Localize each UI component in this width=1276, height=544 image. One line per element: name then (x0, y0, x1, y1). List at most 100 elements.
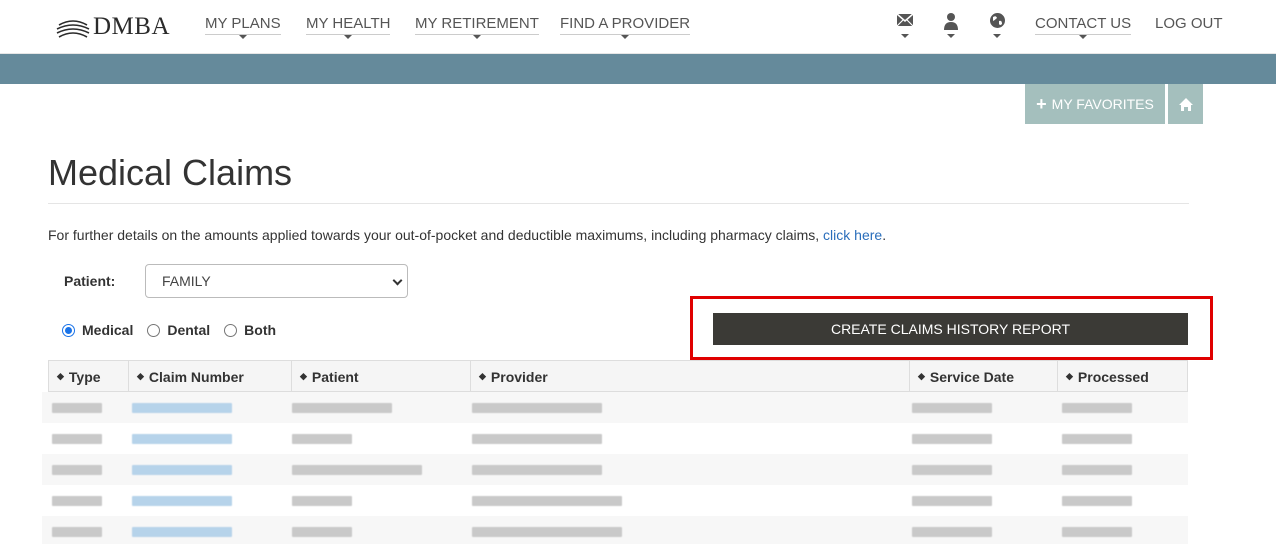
nav-find-provider[interactable]: FIND A PROVIDER (560, 15, 691, 39)
redacted-claim-link[interactable] (132, 403, 232, 413)
redacted-cell (472, 403, 602, 413)
top-navigation: DMBA MY PLANS MY HEALTH MY RETIREMENT FI… (0, 0, 1276, 54)
column-header-provider-label: Provider (490, 368, 548, 385)
patient-label: Patient: (64, 273, 116, 289)
redacted-cell (912, 465, 992, 475)
nav-log-out[interactable]: LOG OUT (1155, 15, 1223, 32)
chevron-down-icon (392, 275, 403, 286)
table-row (42, 423, 1188, 454)
account-menu[interactable] (941, 12, 961, 40)
nav-my-retirement-label: MY RETIREMENT (415, 15, 539, 35)
redacted-cell (292, 527, 352, 537)
column-header-patient-label: Patient (311, 368, 359, 385)
language-menu[interactable] (987, 12, 1007, 40)
sort-icon: ◆ (57, 371, 64, 381)
click-here-link[interactable]: click here (823, 227, 882, 243)
nav-my-plans[interactable]: MY PLANS (205, 15, 281, 39)
caret-down-icon (901, 34, 909, 38)
redacted-cell (472, 527, 622, 537)
create-claims-history-report-button[interactable]: CREATE CLAIMS HISTORY REPORT (713, 313, 1188, 345)
column-header-processed-label: Processed (1077, 368, 1149, 385)
redacted-cell (52, 465, 102, 475)
sort-icon: ◆ (137, 371, 144, 381)
redacted-cell (912, 403, 992, 413)
caret-down-icon (621, 35, 630, 39)
table-row (42, 454, 1188, 485)
radio-both[interactable] (224, 323, 238, 337)
my-favorites-label: MY FAVORITES (1051, 96, 1154, 112)
redacted-claim-link[interactable] (132, 527, 232, 537)
info-text-end: . (882, 227, 887, 243)
redacted-cell (912, 496, 992, 506)
radio-option-both[interactable]: Both (224, 322, 276, 338)
info-text: For further details on the amounts appli… (48, 227, 886, 243)
redacted-cell (912, 434, 992, 444)
logo-mark-icon (56, 20, 90, 38)
radio-both-label: Both (244, 322, 277, 338)
radio-dental-label: Dental (167, 322, 211, 338)
patient-select-value: FAMILY (162, 273, 211, 289)
radio-dental[interactable] (147, 323, 161, 337)
radio-option-medical[interactable]: Medical (62, 322, 133, 338)
radio-medical[interactable] (62, 323, 75, 337)
home-button[interactable] (1168, 84, 1203, 124)
page-title: Medical Claims (48, 152, 293, 193)
redacted-cell (292, 434, 352, 444)
user-icon (944, 13, 958, 30)
column-header-claim-number-label: Claim Number (148, 368, 244, 385)
redacted-cell (1062, 465, 1132, 475)
nav-my-plans-label: MY PLANS (205, 15, 281, 35)
patient-select[interactable]: FAMILY (145, 264, 408, 298)
redacted-cell (52, 434, 102, 444)
redacted-claim-link[interactable] (132, 496, 232, 506)
redacted-cell (292, 403, 392, 413)
redacted-cell (292, 496, 352, 506)
nav-my-health-label: MY HEALTH (306, 15, 391, 35)
title-divider (48, 203, 1189, 204)
redacted-cell (1062, 527, 1132, 537)
dmba-logo[interactable]: DMBA (55, 13, 170, 41)
caret-down-icon (993, 34, 1001, 38)
radio-medical-label: Medical (82, 322, 134, 338)
redacted-cell (52, 496, 102, 506)
caret-down-icon (472, 35, 481, 39)
my-favorites-button[interactable]: + MY FAVORITES (1025, 84, 1165, 124)
nav-find-provider-label: FIND A PROVIDER (560, 15, 691, 35)
logo-text: DMBA (93, 13, 171, 40)
nav-contact-us[interactable]: CONTACT US (1035, 15, 1132, 39)
caret-down-icon (238, 35, 247, 39)
caret-down-icon (344, 35, 353, 39)
redacted-claim-link[interactable] (132, 434, 232, 444)
globe-icon (989, 13, 1005, 28)
redacted-cell (472, 465, 602, 475)
plus-icon: + (1036, 94, 1047, 114)
column-header-processed[interactable]: ◆ Processed (1058, 361, 1188, 392)
column-header-service-date[interactable]: ◆ Service Date (910, 361, 1058, 392)
header-banner (0, 54, 1276, 84)
redacted-cell (472, 434, 602, 444)
redacted-claim-link[interactable] (132, 465, 232, 475)
sort-icon: ◆ (479, 371, 486, 381)
nav-my-health[interactable]: MY HEALTH (306, 15, 391, 39)
radio-option-dental[interactable]: Dental (147, 322, 210, 338)
column-header-service-date-label: Service Date (929, 368, 1014, 385)
nav-contact-us-label: CONTACT US (1035, 15, 1132, 35)
redacted-cell (52, 527, 102, 537)
column-header-claim-number[interactable]: ◆ Claim Number (129, 361, 292, 392)
claim-type-radio-group: Medical Dental Both (62, 322, 290, 338)
redacted-cell (52, 403, 102, 413)
redacted-cell (912, 527, 992, 537)
column-header-type-label: Type (68, 368, 101, 385)
mail-menu[interactable] (895, 12, 915, 40)
sort-icon: ◆ (1066, 371, 1073, 381)
column-header-patient[interactable]: ◆ Patient (292, 361, 471, 392)
sort-icon: ◆ (300, 371, 307, 381)
table-row (42, 516, 1188, 544)
redacted-cell (1062, 496, 1132, 506)
nav-my-retirement[interactable]: MY RETIREMENT (415, 15, 539, 39)
table-row (42, 392, 1188, 423)
column-header-provider[interactable]: ◆ Provider (471, 361, 910, 392)
column-header-type[interactable]: ◆ Type (49, 361, 129, 392)
caret-down-icon (1079, 35, 1088, 39)
home-icon (1178, 97, 1193, 111)
